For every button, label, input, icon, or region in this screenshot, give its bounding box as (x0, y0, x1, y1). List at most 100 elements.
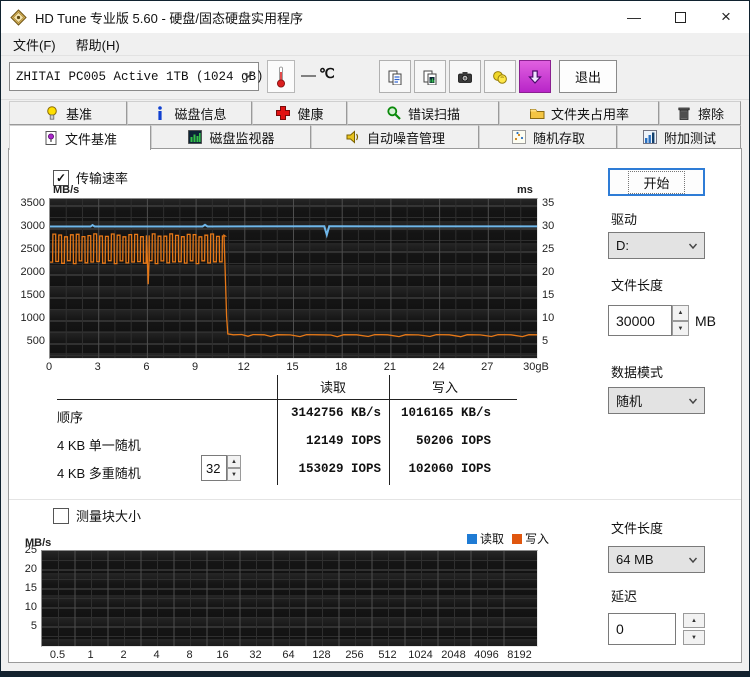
delay-label: 延迟 (611, 589, 638, 604)
close-button[interactable]: × (703, 1, 749, 33)
axis-tick-label: 3 (94, 361, 101, 373)
axis-tick-label: 5 (542, 335, 549, 347)
axis-tick-label: 0 (45, 361, 53, 373)
file-length-input[interactable]: 30000 (608, 305, 672, 336)
spin-up-button[interactable]: ▲ (683, 613, 705, 628)
tab-extra-tests[interactable]: 附加测试 (617, 125, 741, 149)
app-icon (10, 8, 27, 26)
start-button[interactable]: 开始 (608, 168, 705, 196)
axis-tick-label: 27 (481, 361, 494, 373)
axis-tick-label: 5 (30, 620, 37, 632)
tab-error-scan[interactable]: 错误扫描 (347, 101, 499, 125)
axis-tick-label: 25 (542, 243, 555, 255)
tab-row-2: 文件基准 磁盘监视器 自动噪音管理 随机存取 附加测试 (9, 125, 741, 150)
bar-chart-icon (187, 129, 203, 145)
row-4k-multi-label: 4 KB 多重随机 (57, 466, 141, 481)
chart-small-icon (642, 129, 658, 145)
axis-tick-label: 20 (542, 266, 555, 278)
doc-bulb-icon (43, 130, 59, 146)
checkbox-box (53, 507, 69, 524)
maximize-button[interactable] (657, 1, 703, 33)
axis-tick-label: 10 (24, 601, 37, 613)
axis-tick-label: 2500 (20, 243, 45, 255)
spin-up-button[interactable]: ▲ (227, 455, 241, 468)
block-size-chart (41, 550, 538, 647)
title-bar: HD Tune 专业版 5.60 - 硬盘/固态硬盘实用程序 — × (1, 1, 749, 33)
file-length-spinner: ▲ ▼ (672, 305, 689, 336)
data-mode-select[interactable]: 随机 (608, 387, 705, 414)
info-icon (152, 105, 168, 121)
tab-random-access[interactable]: 随机存取 (479, 125, 617, 149)
screenshot-button[interactable] (449, 60, 481, 93)
spin-down-button[interactable]: ▼ (672, 321, 689, 336)
axis-tick-label: 1000 (20, 312, 45, 324)
tab-health[interactable]: 健康 (252, 101, 347, 125)
row-sequential-write: 1016165 KB/s (400, 406, 491, 420)
minimize-button[interactable]: — (611, 1, 657, 33)
tab-folder-usage[interactable]: 文件夹占用率 (499, 101, 659, 125)
chevron-down-icon (687, 395, 699, 407)
tab-file-benchmark[interactable]: 文件基准 (9, 125, 151, 150)
queue-depth-input[interactable]: 32 (201, 455, 227, 481)
folder-icon (529, 105, 545, 121)
copy-text-icon (387, 69, 403, 85)
hdtune-window: HD Tune 专业版 5.60 - 硬盘/固态硬盘实用程序 — × 文件(F)… (0, 0, 750, 677)
section-separator (9, 499, 741, 500)
axis-tick-label: 3000 (20, 220, 45, 232)
spin-up-button[interactable]: ▲ (672, 305, 689, 321)
file-length-label: 文件长度 (611, 278, 664, 293)
window-bottom-border (1, 671, 749, 676)
maximize-icon (674, 11, 686, 23)
axis-tick-label: 21 (383, 361, 397, 373)
file-length2-select[interactable]: 64 MB (608, 546, 705, 573)
axis-tick-label: 2000 (20, 266, 45, 278)
chart1-y2-unit: ms (517, 184, 533, 196)
tab-aam[interactable]: 自动噪音管理 (311, 125, 479, 149)
tab-disk-info[interactable]: 磁盘信息 (127, 101, 252, 125)
copy-image-button[interactable] (414, 60, 446, 93)
temperature-button[interactable] (267, 60, 295, 93)
health-cross-icon (275, 105, 291, 121)
block-size-checkbox[interactable]: 测量块大小 (53, 506, 141, 525)
window-title: HD Tune 专业版 5.60 - 硬盘/固态硬盘实用程序 (35, 10, 303, 26)
tab-erase[interactable]: 擦除 (659, 101, 741, 125)
copy-text-button[interactable] (379, 60, 411, 93)
row-4k-single-write: 50206 IOPS (415, 434, 491, 448)
menu-file[interactable]: 文件(F) (5, 35, 64, 54)
copy-image-icon (422, 69, 438, 85)
tab-benchmark[interactable]: 基准 (9, 101, 127, 125)
queue-depth-spinner: ▲ ▼ (227, 455, 241, 481)
delay-input[interactable]: 0 (608, 613, 676, 645)
axis-tick-label: 12 (237, 361, 250, 373)
drive-selector[interactable]: ZHITAI PC005 Active 1TB (1024 gB) (9, 62, 264, 91)
checkbox-label: 传输速率 (76, 171, 129, 186)
tab-disk-monitor[interactable]: 磁盘监视器 (151, 125, 311, 149)
drive-select[interactable]: D: (608, 232, 705, 259)
lightbulb-icon (44, 105, 60, 121)
menu-help[interactable]: 帮助(H) (68, 35, 128, 54)
exit-button[interactable]: 退出 (559, 60, 617, 93)
delay-spinner: ▲ ▼ (683, 613, 705, 645)
chart1-y-unit: MB/s (53, 184, 80, 196)
axis-tick-label: 3500 (20, 197, 45, 209)
speaker-icon (345, 129, 361, 145)
read-legend-swatch (467, 533, 477, 544)
file-length-unit: MB (695, 313, 716, 329)
camera-icon (457, 69, 473, 85)
temperature-value: — (301, 67, 316, 84)
axis-tick-label: 30gB (523, 361, 549, 373)
row-sequential-read: 3142756 KB/s (290, 406, 381, 420)
scatter-icon (511, 129, 527, 145)
axis-tick-label: 10 (542, 312, 555, 324)
download-button[interactable] (519, 60, 551, 93)
download-icon (527, 69, 543, 85)
spin-down-button[interactable]: ▼ (227, 468, 241, 481)
write-legend-swatch (512, 533, 523, 544)
toolbar: ZHITAI PC005 Active 1TB (1024 gB) — ℃ 退出 (1, 56, 749, 100)
donate-button[interactable] (484, 60, 516, 93)
chevron-down-icon (687, 554, 699, 566)
table-header-read: 读取 (319, 380, 346, 395)
chevron-down-icon (242, 69, 254, 81)
spin-down-button[interactable]: ▼ (683, 630, 705, 645)
drive-label: 驱动 (611, 212, 638, 227)
